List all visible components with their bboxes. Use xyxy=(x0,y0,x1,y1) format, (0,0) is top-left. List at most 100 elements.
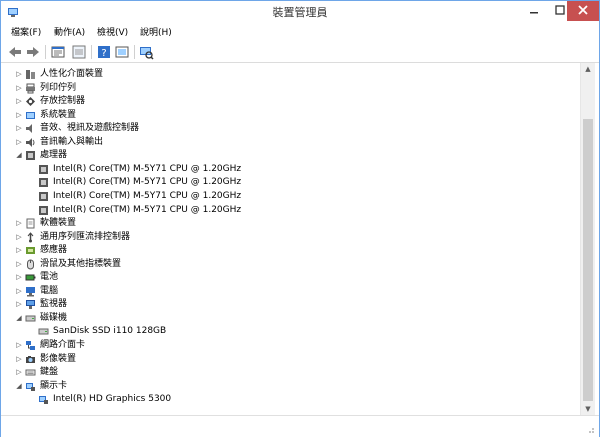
show-hidden-icon[interactable] xyxy=(71,44,87,60)
tree-category[interactable]: ▷ 軟體裝置 xyxy=(5,217,575,230)
toolbar-separator xyxy=(45,45,46,59)
collapsed-arrow-icon[interactable]: ▷ xyxy=(15,109,23,122)
tree-device[interactable]: Intel(R) Core(TM) M-5Y71 CPU @ 1.20GHz xyxy=(5,163,575,176)
collapsed-arrow-icon[interactable]: ▷ xyxy=(15,95,23,108)
collapsed-arrow-icon[interactable]: ▷ xyxy=(15,353,23,366)
computer-icon xyxy=(26,286,35,297)
disk-drive-icon xyxy=(38,328,49,335)
collapsed-arrow-icon[interactable]: ▷ xyxy=(15,298,23,311)
tree-item-label: 存放控制器 xyxy=(40,96,86,107)
tree-category[interactable]: ▷ 網路介面卡 xyxy=(5,339,575,352)
toolbar: ? xyxy=(1,42,599,63)
display-adapter-icon xyxy=(39,396,48,405)
tree-category[interactable]: ▷ 通用序列匯流排控制器 xyxy=(5,231,575,244)
scan-hardware-icon[interactable] xyxy=(138,44,154,60)
scroll-down-icon[interactable]: ▼ xyxy=(581,403,595,415)
tree-device[interactable]: Intel(R) Core(TM) M-5Y71 CPU @ 1.20GHz xyxy=(5,176,575,189)
tree-item-label: 電池 xyxy=(40,272,59,283)
collapsed-arrow-icon[interactable]: ▷ xyxy=(15,366,23,379)
tree-item-label: 電腦 xyxy=(40,285,59,296)
tree-item-label: 滑鼠及其他指標裝置 xyxy=(40,258,122,269)
tree-category[interactable]: ◢ 顯示卡 xyxy=(5,380,575,393)
sensor-icon xyxy=(26,247,35,255)
tree-category[interactable]: ▷ 人性化介面裝置 xyxy=(5,68,575,81)
storage-controller-icon xyxy=(26,97,35,107)
toolbar-separator xyxy=(134,45,135,59)
expanded-arrow-icon[interactable]: ◢ xyxy=(15,380,23,393)
processor-icon xyxy=(39,205,48,215)
minimize-icon xyxy=(530,12,538,14)
tree-category[interactable]: ◢ 磁碟機 xyxy=(5,312,575,325)
maximize-icon xyxy=(555,5,565,15)
update-driver-icon[interactable] xyxy=(114,44,130,60)
tree-category[interactable]: ◢ 處理器 xyxy=(5,149,575,162)
collapsed-arrow-icon[interactable]: ▷ xyxy=(15,122,23,135)
tree-category[interactable]: ▷ 監視器 xyxy=(5,298,575,311)
toolbar-separator xyxy=(91,45,92,59)
tree-category[interactable]: ▷ 系統裝置 xyxy=(5,109,575,122)
tree-category[interactable]: ▷ 電池 xyxy=(5,271,575,284)
scroll-up-icon[interactable]: ▲ xyxy=(581,63,595,75)
disk-drive-icon xyxy=(25,315,36,322)
tree-device[interactable]: Intel(R) HD Graphics 5300 xyxy=(5,393,575,406)
tree-item-label: Intel(R) Core(TM) M-5Y71 CPU @ 1.20GHz xyxy=(53,163,242,174)
tree-category[interactable]: ▷ 音訊輸入與輸出 xyxy=(5,136,575,149)
tree-item-label: 人性化介面裝置 xyxy=(40,69,104,79)
tree-category[interactable]: ▷ 列印佇列 xyxy=(5,82,575,95)
status-bar xyxy=(1,415,599,437)
tree-item-label: 系統裝置 xyxy=(40,109,77,120)
resize-grip-icon[interactable] xyxy=(587,426,595,434)
expanded-arrow-icon[interactable]: ◢ xyxy=(15,149,23,162)
menu-view[interactable]: 檢視(V) xyxy=(97,25,128,42)
menu-action[interactable]: 動作(A) xyxy=(54,25,85,42)
collapsed-arrow-icon[interactable]: ▷ xyxy=(15,258,23,271)
collapsed-arrow-icon[interactable]: ▷ xyxy=(15,244,23,257)
properties-icon[interactable] xyxy=(50,44,66,60)
tree-category[interactable]: ▷ 感應器 xyxy=(5,244,575,257)
collapsed-arrow-icon[interactable]: ▷ xyxy=(15,231,23,244)
tree-item-label: 磁碟機 xyxy=(40,312,68,323)
tree-category[interactable]: ▷ 滑鼠及其他指標裝置 xyxy=(5,258,575,271)
expanded-arrow-icon[interactable]: ◢ xyxy=(15,312,23,325)
tree-item-label: 鍵盤 xyxy=(40,367,59,378)
collapsed-arrow-icon[interactable]: ▷ xyxy=(15,136,23,149)
tree-item-label: 感應器 xyxy=(40,245,68,256)
tree-category[interactable]: ▷ 電腦 xyxy=(5,285,575,298)
collapsed-arrow-icon[interactable]: ▷ xyxy=(15,68,23,81)
back-arrow-icon[interactable] xyxy=(7,44,23,60)
battery-icon xyxy=(25,274,36,281)
imaging-device-icon xyxy=(26,355,35,363)
audio-io-icon xyxy=(26,137,35,147)
menu-bar: 檔案(F) 動作(A) 檢視(V) 說明(H) xyxy=(1,25,599,42)
printer-icon xyxy=(26,83,35,94)
tree-item-label: 顯示卡 xyxy=(40,380,68,391)
display-adapter-icon xyxy=(26,382,35,391)
tree-device[interactable]: Intel(R) Core(TM) M-5Y71 CPU @ 1.20GHz xyxy=(5,204,575,217)
tree-item-label: 網路介面卡 xyxy=(40,340,86,350)
collapsed-arrow-icon[interactable]: ▷ xyxy=(15,285,23,298)
vertical-scrollbar[interactable]: ▲ ▼ xyxy=(580,63,595,415)
processor-icon xyxy=(39,178,48,188)
collapsed-arrow-icon[interactable]: ▷ xyxy=(15,82,23,95)
tree-category[interactable]: ▷ 影像裝置 xyxy=(5,353,575,366)
forward-arrow-icon[interactable] xyxy=(25,44,41,60)
tree-device[interactable]: Intel(R) Core(TM) M-5Y71 CPU @ 1.20GHz xyxy=(5,190,575,203)
menu-file[interactable]: 檔案(F) xyxy=(11,25,41,42)
collapsed-arrow-icon[interactable]: ▷ xyxy=(15,339,23,352)
minimize-button[interactable] xyxy=(521,1,547,21)
collapsed-arrow-icon[interactable]: ▷ xyxy=(15,271,23,284)
help-icon[interactable]: ? xyxy=(96,44,112,60)
tree-category[interactable]: ▷ 存放控制器 xyxy=(5,95,575,108)
close-button[interactable] xyxy=(567,1,599,21)
tree-item-label: 音效、視訊及遊戲控制器 xyxy=(40,123,140,134)
menu-help[interactable]: 說明(H) xyxy=(140,25,172,42)
collapsed-arrow-icon[interactable]: ▷ xyxy=(15,217,23,230)
scrollbar-thumb[interactable] xyxy=(583,119,593,401)
tree-category[interactable]: ▷ 鍵盤 xyxy=(5,366,575,379)
tree-category[interactable]: ▷ 音效、視訊及遊戲控制器 xyxy=(5,122,575,135)
tree-device[interactable]: SanDisk SSD i110 128GB xyxy=(5,325,575,338)
title-bar[interactable]: 裝置管理員 xyxy=(1,1,599,25)
monitor-icon xyxy=(26,300,35,310)
device-tree: ▷ 人性化介面裝置 ▷ 列印佇列 ▷ 存放控制器 ▷ 系統裝置 ▷ 音效、視訊及遊戲控制器 ▷ 音訊輸… xyxy=(5,63,579,434)
hid-icon xyxy=(26,70,35,79)
